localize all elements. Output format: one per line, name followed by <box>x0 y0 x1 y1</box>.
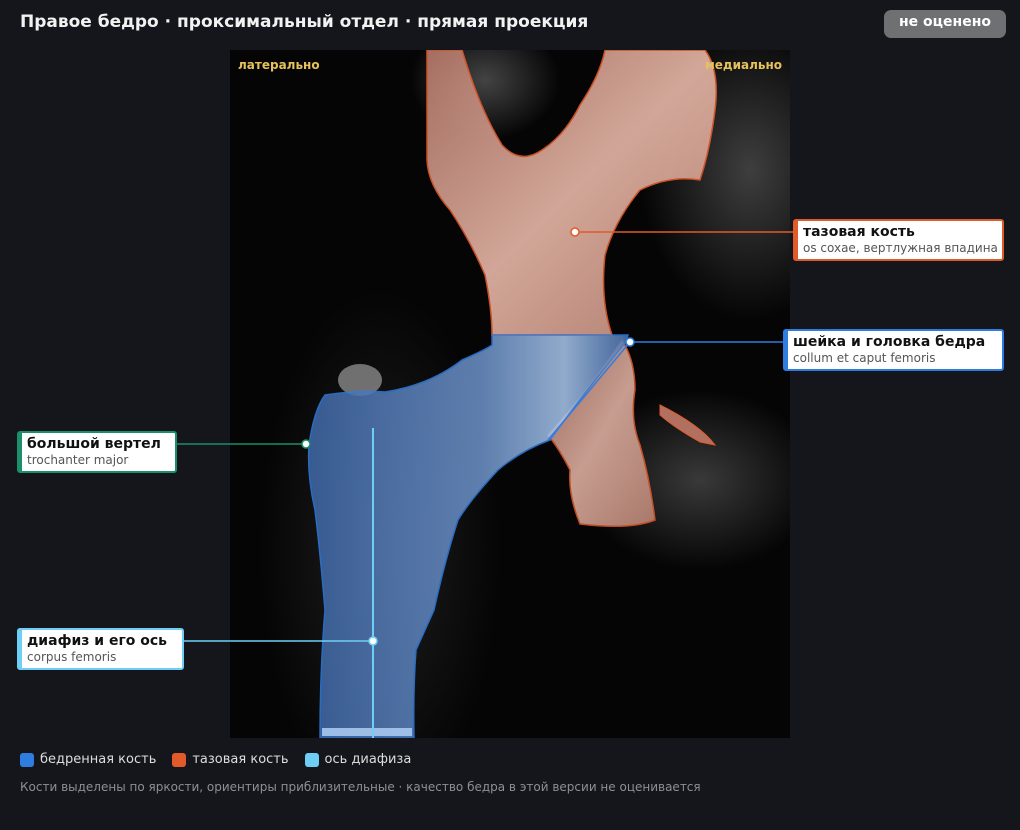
orientation-right-label: медиально <box>704 58 782 72</box>
pelvis-callout-title: тазовая кость <box>803 224 915 240</box>
pelvis-callout-subtitle: os coxae, вертлужная впадина <box>803 241 998 255</box>
xray-image <box>230 50 790 738</box>
legend-item-pelvis[interactable]: тазовая кость <box>172 752 289 767</box>
legend-label: бедренная кость <box>40 752 157 767</box>
legend: бедренная кость тазовая кость ось диафиз… <box>20 752 411 767</box>
neck-head-callout-subtitle: collum et caput femoris <box>793 351 936 365</box>
trochanter-callout-title: большой вертел <box>27 436 161 452</box>
xray-viewer[interactable]: латерально медиально <box>230 50 790 738</box>
legend-label: ось диафиза <box>324 752 412 767</box>
footer-note: Кости выделены по яркости, ориентиры при… <box>20 780 701 794</box>
shaft-callout[interactable]: диафиз и его ось corpus femoris <box>17 628 184 670</box>
legend-item-femur[interactable]: бедренная кость <box>20 752 156 767</box>
neck-head-callout[interactable]: шейка и головка бедра collum et caput fe… <box>783 329 1004 371</box>
neck-head-callout-title: шейка и головка бедра <box>793 334 986 350</box>
status-badge[interactable]: не оценено <box>884 10 1006 38</box>
shaft-callout-title: диафиз и его ось <box>27 633 168 649</box>
shaft-axis-swatch <box>304 752 319 767</box>
femur-swatch <box>20 752 34 767</box>
page-title: Правое бедро · проксимальный отдел · пря… <box>20 12 589 32</box>
legend-item-shaft-axis[interactable]: ось диафиза <box>304 752 412 767</box>
trochanter-callout[interactable]: большой вертел trochanter major <box>17 431 177 473</box>
pelvis-swatch <box>172 752 187 767</box>
trochanter-callout-subtitle: trochanter major <box>27 453 129 467</box>
pelvis-callout[interactable]: тазовая кость os coxae, вертлужная впади… <box>793 219 1004 261</box>
shaft-callout-subtitle: corpus femoris <box>27 650 117 664</box>
legend-label: тазовая кость <box>192 752 289 767</box>
orientation-left-label: латерально <box>238 58 320 72</box>
